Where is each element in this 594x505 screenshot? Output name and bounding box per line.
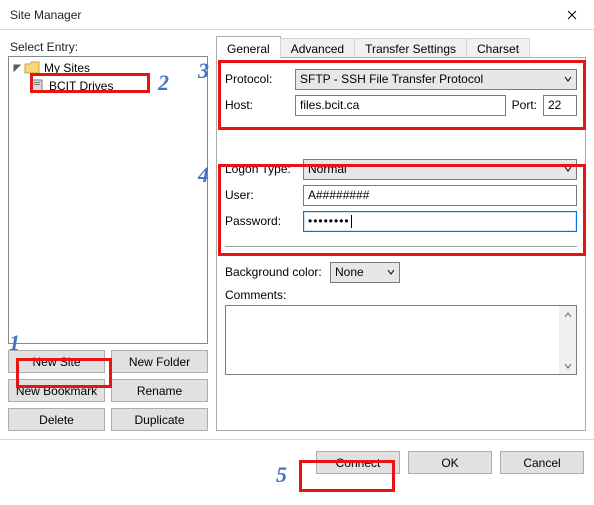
footer: Connect OK Cancel (0, 439, 594, 485)
titlebar: Site Manager (0, 0, 594, 30)
tab-transfer[interactable]: Transfer Settings (354, 38, 467, 58)
password-label: Password: (225, 214, 303, 228)
duplicate-button[interactable]: Duplicate (111, 408, 208, 431)
chevron-down-icon (564, 75, 572, 83)
port-label: Port: (512, 98, 537, 112)
comments-label: Comments: (225, 288, 286, 302)
tree-root-label: My Sites (44, 61, 90, 75)
tab-bar: General Advanced Transfer Settings Chars… (216, 36, 586, 58)
scroll-down-icon[interactable] (559, 357, 576, 374)
new-bookmark-button[interactable]: New Bookmark (8, 379, 105, 402)
host-label: Host: (225, 98, 295, 112)
tree-root[interactable]: My Sites (9, 59, 207, 77)
user-input[interactable] (303, 185, 577, 206)
delete-button[interactable]: Delete (8, 408, 105, 431)
ok-button[interactable]: OK (408, 451, 492, 474)
chevron-down-icon (564, 165, 572, 173)
scrollbar[interactable] (559, 306, 576, 374)
select-entry-label: Select Entry: (10, 40, 208, 54)
site-tree[interactable]: My Sites BCIT Drives (8, 56, 208, 344)
host-input[interactable] (295, 95, 506, 116)
port-input[interactable] (543, 95, 577, 116)
collapse-icon[interactable] (11, 63, 22, 74)
comments-field[interactable] (225, 305, 577, 375)
connect-button[interactable]: Connect (316, 451, 400, 474)
tree-item-label: BCIT Drives (49, 79, 113, 93)
tab-charset[interactable]: Charset (466, 38, 530, 58)
protocol-value: SFTP - SSH File Transfer Protocol (300, 72, 483, 86)
general-panel: Protocol: SFTP - SSH File Transfer Proto… (216, 57, 586, 431)
protocol-label: Protocol: (225, 72, 295, 86)
new-folder-button[interactable]: New Folder (111, 350, 208, 373)
new-site-button[interactable]: New Site (8, 350, 105, 373)
close-button[interactable] (549, 0, 594, 30)
logon-type-value: Normal (308, 162, 347, 176)
password-value: •••••••• (308, 214, 350, 228)
logon-type-select[interactable]: Normal (303, 159, 577, 180)
tree-item-bcit[interactable]: BCIT Drives (9, 77, 207, 95)
user-label: User: (225, 188, 303, 202)
cancel-button[interactable]: Cancel (500, 451, 584, 474)
tab-general[interactable]: General (216, 36, 281, 58)
rename-button[interactable]: Rename (111, 379, 208, 402)
chevron-down-icon (387, 268, 395, 276)
folder-icon (24, 61, 40, 75)
bgcolor-label: Background color: (225, 265, 330, 279)
tab-advanced[interactable]: Advanced (280, 38, 355, 58)
divider (225, 246, 577, 247)
close-icon (567, 10, 577, 20)
logon-type-label: Logon Type: (225, 162, 303, 176)
password-input[interactable]: •••••••• (303, 211, 577, 232)
window-title: Site Manager (10, 8, 549, 22)
protocol-select[interactable]: SFTP - SSH File Transfer Protocol (295, 69, 577, 90)
server-icon (31, 79, 45, 93)
bgcolor-select[interactable]: None (330, 262, 400, 283)
scroll-up-icon[interactable] (559, 306, 576, 323)
bgcolor-value: None (335, 265, 364, 279)
